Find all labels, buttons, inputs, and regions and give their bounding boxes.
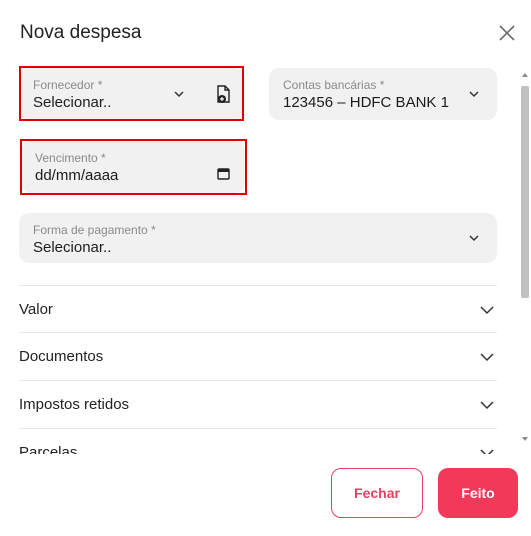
supplier-highlight-box — [19, 66, 244, 121]
chevron-down-icon — [480, 449, 494, 454]
chevron-down-icon — [469, 91, 479, 98]
section-label: Parcelas — [19, 444, 78, 454]
scroll-down-arrow-icon[interactable] — [522, 436, 528, 442]
chevron-down-icon — [469, 235, 479, 242]
payment-method-value: Selecionar.. — [33, 239, 112, 256]
scrollbar[interactable] — [519, 68, 531, 448]
close-icon[interactable] — [496, 22, 518, 44]
scroll-up-arrow-icon[interactable] — [522, 72, 528, 78]
section-label: Documentos — [19, 348, 104, 365]
section-label: Valor — [19, 301, 53, 318]
section-label: Impostos retidos — [19, 396, 130, 413]
section-parcelas[interactable]: Parcelas — [19, 428, 497, 454]
close-button[interactable]: Fechar — [331, 468, 423, 518]
form-scroll-area[interactable]: Fornecedor * Selecionar.. Contas bancári… — [0, 62, 531, 454]
bank-account-value: 123456 – HDFC BANK 1 — [283, 94, 449, 111]
chevron-down-icon — [480, 306, 494, 315]
payment-method-label: Forma de pagamento * — [33, 223, 156, 237]
chevron-down-icon — [480, 353, 494, 362]
scrollbar-thumb[interactable] — [521, 86, 529, 298]
dialog-title: Nova despesa — [20, 22, 142, 43]
bank-account-label: Contas bancárias * — [283, 78, 385, 92]
section-valor[interactable]: Valor — [19, 285, 497, 333]
section-documentos[interactable]: Documentos — [19, 332, 497, 380]
bank-account-select[interactable]: Contas bancárias * 123456 – HDFC BANK 1 — [269, 68, 497, 120]
done-button[interactable]: Feito — [438, 468, 518, 518]
due-date-highlight-box — [20, 139, 247, 195]
section-impostos-retidos[interactable]: Impostos retidos — [19, 380, 497, 428]
new-expense-dialog: Nova despesa Fornecedor * Selecionar.. C… — [0, 0, 531, 536]
chevron-down-icon — [480, 401, 494, 410]
payment-method-select[interactable]: Forma de pagamento * Selecionar.. — [19, 213, 497, 263]
